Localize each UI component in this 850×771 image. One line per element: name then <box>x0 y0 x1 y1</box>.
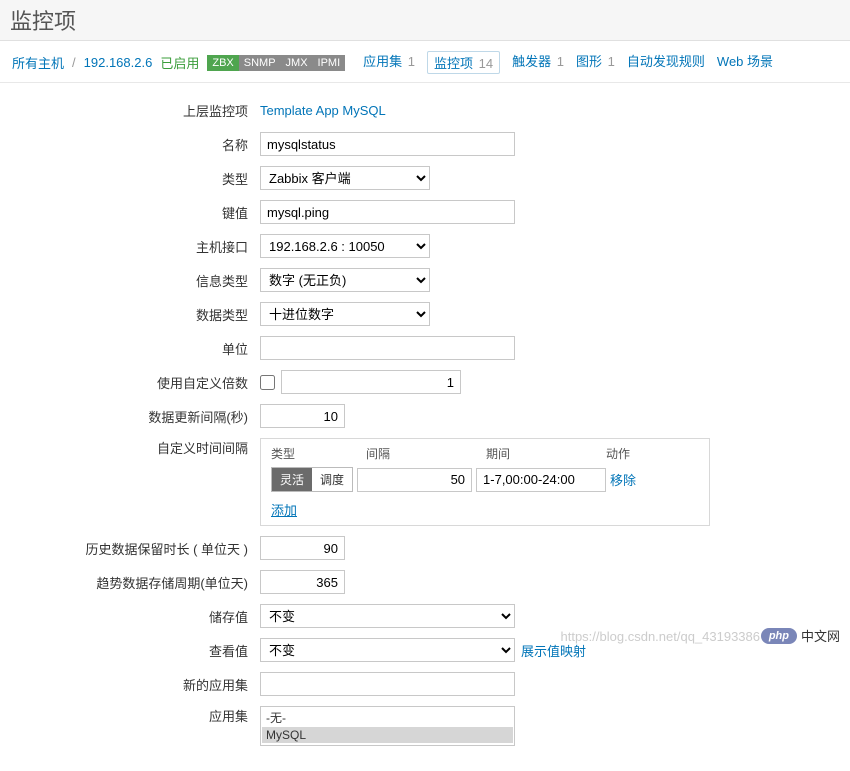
store-value-select[interactable]: 不变 <box>260 604 515 628</box>
multiplier-label: 使用自定义倍数 <box>20 373 260 392</box>
key-label: 键值 <box>20 203 260 222</box>
multiplier-input[interactable] <box>281 370 461 394</box>
php-pill-icon: php <box>761 628 797 644</box>
tab-items[interactable]: 监控项 14 <box>427 51 500 74</box>
interval-remove-link[interactable]: 移除 <box>610 470 636 489</box>
enabled-status: 已启用 <box>160 53 199 72</box>
name-input[interactable] <box>260 132 515 156</box>
app-set-listbox[interactable]: -无- MySQL <box>260 706 515 746</box>
data-type-select[interactable]: 十进位数字 <box>260 302 430 326</box>
new-app-label: 新的应用集 <box>20 675 260 694</box>
custom-interval-label: 自定义时间间隔 <box>20 438 260 457</box>
history-input[interactable] <box>260 536 345 560</box>
interval-period-input[interactable] <box>476 468 606 492</box>
info-type-label: 信息类型 <box>20 271 260 290</box>
logo-text: 中文网 <box>801 626 840 645</box>
data-type-label: 数据类型 <box>20 305 260 324</box>
history-label: 历史数据保留时长 ( 单位天 ) <box>20 539 260 558</box>
parent-item-link[interactable]: Template App MySQL <box>260 103 386 118</box>
proto-jmx: JMX <box>281 55 313 71</box>
proto-snmp: SNMP <box>239 55 281 71</box>
host-interface-select[interactable]: 192.168.2.6 : 10050 <box>260 234 430 258</box>
tab-graphs[interactable]: 图形 1 <box>576 51 615 74</box>
tab-applications[interactable]: 应用集 1 <box>363 51 415 74</box>
interval-add-link[interactable]: 添加 <box>271 503 297 518</box>
multiplier-checkbox[interactable] <box>260 375 275 390</box>
breadcrumb-sep: / <box>72 55 76 70</box>
interval-col-action: 动作 <box>606 445 656 462</box>
key-input[interactable] <box>260 200 515 224</box>
proto-ipmi: IPMI <box>313 55 346 71</box>
new-app-input[interactable] <box>260 672 515 696</box>
watermark-text: https://blog.csdn.net/qq_43193386 <box>561 629 761 644</box>
tab-triggers[interactable]: 触发器 1 <box>512 51 564 74</box>
flexible-button[interactable]: 灵活 <box>272 468 312 491</box>
app-set-none-option[interactable]: -无- <box>262 708 513 727</box>
interval-col-type: 类型 <box>271 445 366 462</box>
type-select[interactable]: Zabbix 客户端 <box>260 166 430 190</box>
interval-col-period: 期间 <box>486 445 606 462</box>
all-hosts-link[interactable]: 所有主机 <box>12 53 64 72</box>
interval-type-toggle[interactable]: 灵活 调度 <box>271 467 353 492</box>
store-value-label: 储存值 <box>20 607 260 626</box>
unit-label: 单位 <box>20 339 260 358</box>
tabs: 应用集 1 监控项 14 触发器 1 图形 1 自动发现规则 Web 场景 <box>363 51 773 74</box>
update-interval-input[interactable] <box>260 404 345 428</box>
trend-label: 趋势数据存储周期(单位天) <box>20 573 260 592</box>
parent-item-label: 上层监控项 <box>20 101 260 120</box>
view-value-label: 查看值 <box>20 641 260 660</box>
unit-input[interactable] <box>260 336 515 360</box>
view-value-select[interactable]: 不变 <box>260 638 515 662</box>
interval-col-interval: 间隔 <box>366 445 486 462</box>
app-set-mysql-option[interactable]: MySQL <box>262 727 513 743</box>
tab-web[interactable]: Web 场景 <box>717 51 773 74</box>
breadcrumb: 所有主机 / 192.168.2.6 已启用 ZBX SNMP JMX IPMI… <box>0 41 850 83</box>
form-content: 上层监控项 Template App MySQL 名称 类型 Zabbix 客户… <box>0 83 850 771</box>
app-set-label: 应用集 <box>20 706 260 725</box>
tab-discovery[interactable]: 自动发现规则 <box>627 51 705 74</box>
update-interval-label: 数据更新间隔(秒) <box>20 407 260 426</box>
interval-value-input[interactable] <box>357 468 472 492</box>
trend-input[interactable] <box>260 570 345 594</box>
host-interface-label: 主机接口 <box>20 237 260 256</box>
proto-zbx: ZBX <box>207 55 238 71</box>
info-type-select[interactable]: 数字 (无正负) <box>260 268 430 292</box>
interval-box: 类型 间隔 期间 动作 灵活 调度 移除 添加 <box>260 438 710 526</box>
host-ip-link[interactable]: 192.168.2.6 <box>84 55 153 70</box>
type-label: 类型 <box>20 169 260 188</box>
name-label: 名称 <box>20 135 260 154</box>
scheduling-button[interactable]: 调度 <box>312 468 352 491</box>
protocol-badges: ZBX SNMP JMX IPMI <box>207 55 345 71</box>
page-title: 监控项 <box>0 0 850 41</box>
site-logo: php 中文网 <box>761 626 840 645</box>
